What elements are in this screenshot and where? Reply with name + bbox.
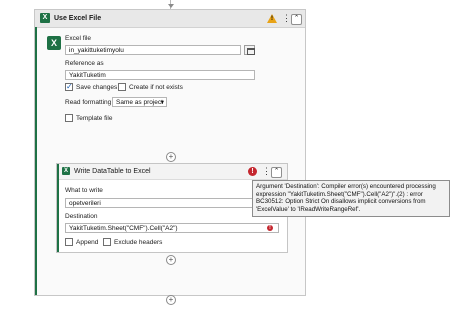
error-tooltip: Argument 'Destination': Compiler error(s… xyxy=(252,180,450,217)
reference-as-field[interactable]: YakitTuketim xyxy=(65,70,255,80)
excel-file-label: Excel file xyxy=(65,35,92,42)
add-activity-button-2[interactable]: + xyxy=(166,255,176,265)
error-tooltip-text: Argument 'Destination': Compiler error(s… xyxy=(256,183,436,213)
inner-activity-header[interactable]: X Write DataTable to Excel ! ⋮ ⌃ xyxy=(57,164,287,180)
create-if-not-exists-label: Create if not exists xyxy=(129,84,183,91)
add-activity-button-1[interactable]: + xyxy=(166,152,176,162)
excel-icon: X xyxy=(40,13,50,23)
exclude-headers-checkbox[interactable] xyxy=(103,238,111,246)
warning-icon-mark: ! xyxy=(271,16,273,22)
what-to-write-field[interactable]: opetverileri xyxy=(65,198,279,208)
save-changes-label: Save changes xyxy=(76,84,118,91)
destination-error-icon[interactable]: ! xyxy=(267,225,273,231)
template-file-checkbox[interactable] xyxy=(65,114,73,122)
collapse-icon[interactable]: ⌃ xyxy=(291,14,302,25)
save-changes-checkbox[interactable] xyxy=(65,82,73,91)
append-checkbox[interactable] xyxy=(65,238,73,246)
create-if-not-exists-checkbox[interactable] xyxy=(118,83,126,91)
reference-as-label: Reference as xyxy=(65,60,104,67)
read-formatting-label: Read formatting xyxy=(65,99,112,106)
error-icon[interactable]: ! xyxy=(248,167,257,176)
destination-label: Destination xyxy=(65,213,98,220)
read-formatting-select[interactable]: Same as project ▾ xyxy=(112,97,167,107)
activity-title: Use Excel File xyxy=(54,15,102,22)
destination-field[interactable]: YakitTuketim.Sheet("CMF").Cell("A2") xyxy=(65,223,279,233)
append-label: Append xyxy=(76,239,99,246)
excel-icon: X xyxy=(62,167,70,175)
template-file-label: Template file xyxy=(76,115,113,122)
activity-accent-bar xyxy=(35,27,37,295)
what-to-write-label: What to write xyxy=(65,187,103,194)
excel-file-icon: X xyxy=(47,36,61,50)
browse-folder-icon[interactable] xyxy=(244,45,255,55)
read-formatting-value: Same as project xyxy=(116,99,163,106)
inner-activity-accent-bar xyxy=(57,164,59,252)
more-options-icon[interactable]: ⋮ xyxy=(282,14,291,23)
excel-file-field[interactable]: in_yakittuketimyolu xyxy=(65,45,241,55)
top-connector-arrow xyxy=(168,4,174,8)
add-activity-button-3[interactable]: + xyxy=(166,295,176,305)
more-options-icon[interactable]: ⋮ xyxy=(262,167,271,176)
chevron-down-icon: ▾ xyxy=(160,99,164,106)
collapse-icon[interactable]: ⌃ xyxy=(271,167,282,178)
activity-header[interactable]: X Use Excel File ! ⋮ ⌃ xyxy=(35,10,305,28)
inner-activity-title: Write DataTable to Excel xyxy=(74,168,151,175)
exclude-headers-label: Exclude headers xyxy=(114,239,163,246)
